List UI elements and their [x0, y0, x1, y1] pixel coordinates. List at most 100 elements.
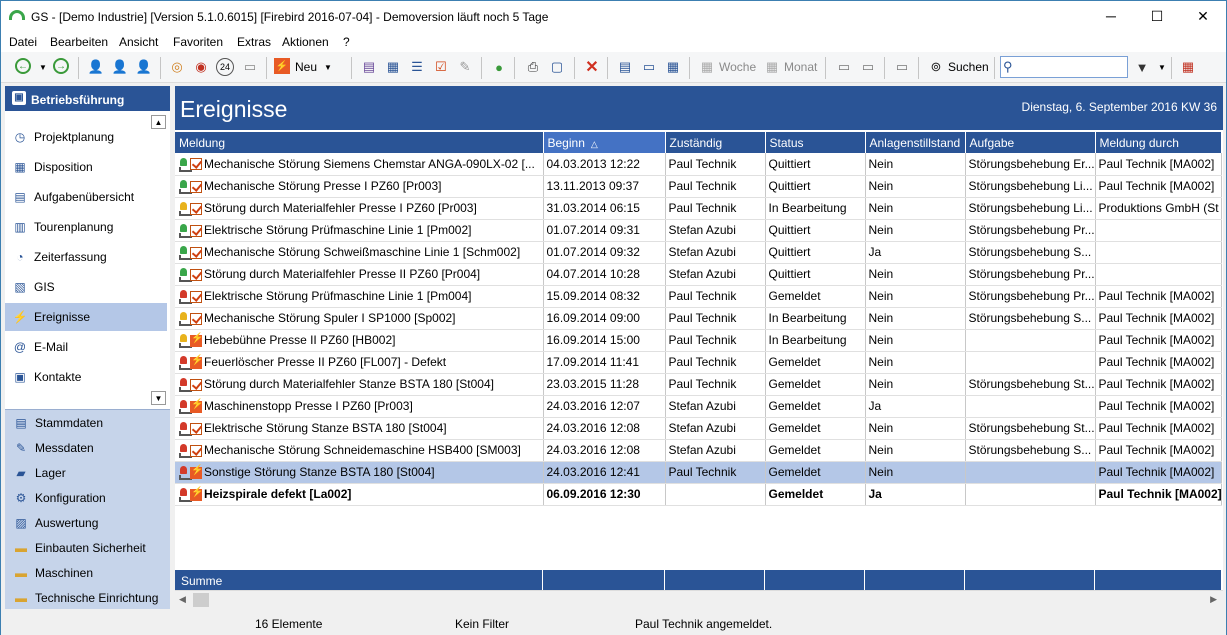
- table-cell-zust: Stefan Azubi: [665, 219, 766, 242]
- module-item-lager[interactable]: ▰ Lager: [5, 460, 170, 485]
- table-row[interactable]: Maschinenstopp Presse I PZ60 [Pr003]24.0…: [175, 395, 1222, 418]
- scroll-right-icon[interactable]: ▶: [1210, 594, 1217, 605]
- task-check-icon: [190, 224, 202, 237]
- new-dropdown-icon[interactable]: ▼: [319, 58, 337, 76]
- scroll-left-icon[interactable]: ◀: [179, 594, 186, 605]
- menu-favoriten[interactable]: Favoriten: [173, 35, 223, 49]
- table-cell-durch: Paul Technik [MA002]: [1095, 329, 1222, 352]
- horizontal-scrollbar[interactable]: ◀ ▶: [175, 590, 1223, 609]
- print-icon[interactable]: ⎙: [524, 58, 542, 76]
- table-cell-still: Nein: [865, 153, 966, 176]
- list-icon[interactable]: ☰: [408, 58, 426, 76]
- column-header-meldung[interactable]: Meldung: [175, 132, 544, 153]
- table-row[interactable]: Störung durch Materialfehler Presse I PZ…: [175, 197, 1222, 220]
- sidebar-item-icon: ▦: [14, 160, 26, 174]
- module-item-auswertung[interactable]: ▨ Auswertung: [5, 510, 170, 535]
- module-item-maschinen[interactable]: ▬ Maschinen: [5, 560, 170, 585]
- search-button[interactable]: Suchen: [948, 60, 989, 74]
- menu-aktionen[interactable]: Aktionen: [282, 35, 329, 49]
- table-row[interactable]: Elektrische Störung Prüfmaschine Linie 1…: [175, 285, 1222, 308]
- sidebar-item-kontakte[interactable]: ▣ Kontakte: [5, 363, 167, 391]
- search-event-icon[interactable]: ◎: [168, 58, 186, 76]
- sidebar-item-ereignisse[interactable]: ⚡ Ereignisse: [5, 303, 167, 331]
- minimize-button[interactable]: ─: [1088, 1, 1134, 31]
- filter-dropdown-icon[interactable]: ▼: [1153, 58, 1171, 76]
- tree-icon[interactable]: ▦: [384, 58, 402, 76]
- column-header-status[interactable]: Status: [765, 132, 866, 153]
- new-event-icon[interactable]: ⚡: [274, 58, 290, 74]
- table-row[interactable]: Elektrische Störung Prüfmaschine Linie 1…: [175, 219, 1222, 242]
- task-check-icon[interactable]: ☑: [432, 58, 450, 76]
- collapse-icon[interactable]: ▭: [835, 58, 853, 76]
- menu-extras[interactable]: Extras: [237, 35, 271, 49]
- column-header-beginn[interactable]: Beginn △: [543, 132, 666, 153]
- table-cell-durch: Paul Technik [MA002]: [1095, 439, 1222, 462]
- maximize-button[interactable]: ☐: [1134, 1, 1180, 31]
- tools-icon[interactable]: ✎: [456, 58, 474, 76]
- menu-bearbeiten[interactable]: Bearbeiten: [50, 35, 108, 49]
- column-header-zuständig[interactable]: Zuständig: [665, 132, 766, 153]
- column-header-aufgabe[interactable]: Aufgabe: [965, 132, 1096, 153]
- table-row[interactable]: Mechanische Störung Schneidemaschine HSB…: [175, 439, 1222, 462]
- module-item-konfiguration[interactable]: ⚙ Konfiguration: [5, 485, 170, 510]
- table-row[interactable]: Hebebühne Presse II PZ60 [HB002]16.09.20…: [175, 329, 1222, 352]
- comment-icon[interactable]: ▭: [241, 58, 259, 76]
- signal-lamp-icon[interactable]: ●: [490, 58, 508, 76]
- calendar-icon[interactable]: ▦: [664, 58, 682, 76]
- forward-icon[interactable]: →: [53, 58, 69, 74]
- table-row[interactable]: Mechanische Störung Presse I PZ60 [Pr003…: [175, 175, 1222, 198]
- user-remove-icon[interactable]: 👤: [111, 58, 129, 76]
- table-row[interactable]: Mechanische Störung Spuler I SP1000 [Sp0…: [175, 307, 1222, 330]
- blank-icon[interactable]: ▭: [893, 58, 911, 76]
- expand-icon[interactable]: ▭: [859, 58, 877, 76]
- module-item-einbauten-sicherheit[interactable]: ▬ Einbauten Sicherheit: [5, 535, 170, 560]
- details-icon[interactable]: ▤: [616, 58, 634, 76]
- alarm-icon[interactable]: ◉: [192, 58, 210, 76]
- table-cell-still: Nein: [865, 373, 966, 396]
- table-row[interactable]: Heizspirale defekt [La002]06.09.2016 12:…: [175, 483, 1222, 506]
- back-icon[interactable]: ←: [15, 58, 31, 74]
- sidebar-item-tourenplanung[interactable]: ▥ Tourenplanung: [5, 213, 167, 241]
- table-row[interactable]: Mechanische Störung Siemens Chemstar ANG…: [175, 153, 1222, 176]
- table-row[interactable]: Sonstige Störung Stanze BSTA 180 [St004]…: [175, 461, 1222, 484]
- table-row[interactable]: Störung durch Materialfehler Stanze BSTA…: [175, 373, 1222, 396]
- edit-list-icon[interactable]: ▤: [360, 58, 378, 76]
- sidebar-item-e-mail[interactable]: @ E-Mail: [5, 333, 167, 361]
- delete-icon[interactable]: ✕: [583, 58, 601, 76]
- sidebar-item-zeiterfassung[interactable]: ◔ Zeiterfassung: [5, 243, 167, 271]
- table-cell-meldung: Störung durch Materialfehler Presse II P…: [175, 263, 544, 286]
- user-assign-icon[interactable]: 👤: [87, 58, 105, 76]
- task-check-icon: [190, 268, 202, 281]
- table-row[interactable]: Mechanische Störung Schweißmaschine Lini…: [175, 241, 1222, 264]
- table-row[interactable]: Elektrische Störung Stanze BSTA 180 [St0…: [175, 417, 1222, 440]
- binoculars-icon[interactable]: ⊚: [927, 58, 945, 76]
- table-row[interactable]: Störung durch Materialfehler Presse II P…: [175, 263, 1222, 286]
- table-row[interactable]: Feuerlöscher Presse II PZ60 [FL007] - De…: [175, 351, 1222, 374]
- module-item-technische-einrichtung[interactable]: ▬ Technische Einrichtung: [5, 585, 170, 610]
- column-header-meldung-durch[interactable]: Meldung durch: [1095, 132, 1222, 153]
- sidebar-item-projektplanung[interactable]: ◷ Projektplanung: [5, 123, 167, 151]
- sidebar-item-disposition[interactable]: ▦ Disposition: [5, 153, 167, 181]
- module-item-messdaten[interactable]: ✎ Messdaten: [5, 435, 170, 460]
- menu-ansicht[interactable]: Ansicht: [119, 35, 158, 49]
- form-icon[interactable]: ▭: [640, 58, 658, 76]
- sidebar-item-aufgabenübersicht[interactable]: ▤ Aufgabenübersicht: [5, 183, 167, 211]
- column-header-anlagenstillstand[interactable]: Anlagenstillstand: [865, 132, 966, 153]
- search-input[interactable]: ⚲: [1000, 56, 1128, 78]
- new-button[interactable]: Neu: [295, 60, 317, 74]
- back-dropdown-icon[interactable]: ▼: [34, 58, 52, 76]
- print-preview-icon[interactable]: ▢: [548, 58, 566, 76]
- menu-datei[interactable]: Datei: [9, 35, 37, 49]
- sidebar-item-gis[interactable]: ▧ GIS: [5, 273, 167, 301]
- module-item-stammdaten[interactable]: ▤ Stammdaten: [5, 410, 170, 435]
- calendar-today-icon[interactable]: ▦: [1179, 58, 1197, 76]
- close-button[interactable]: ✕: [1180, 1, 1226, 31]
- filter-icon[interactable]: ▼: [1133, 58, 1151, 76]
- 24h-icon[interactable]: 24: [216, 58, 234, 76]
- sidebar-scroll-down[interactable]: ▼: [151, 391, 166, 405]
- menu-help[interactable]: ?: [343, 35, 350, 49]
- user-info-icon[interactable]: 👤: [135, 58, 153, 76]
- scroll-thumb[interactable]: [193, 593, 209, 607]
- table-cell-aufgabe: [965, 351, 1096, 374]
- table-cell-aufgabe: [965, 329, 1096, 352]
